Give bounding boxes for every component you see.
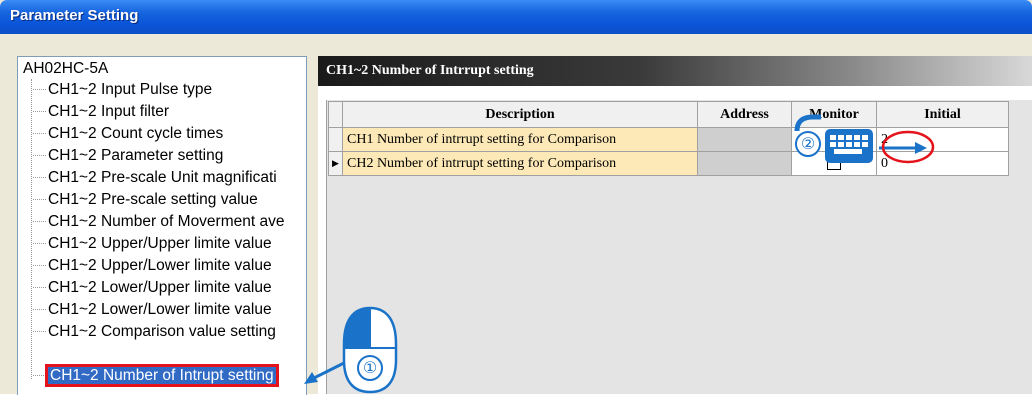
mouse-icon [304,306,398,394]
col-description[interactable]: Description [342,101,698,128]
tree-item-count-cycle-times[interactable]: CH1~2 Count cycle times [33,124,223,144]
tree-item-upper-lower-limit[interactable]: CH1~2 Upper/Lower limite value [33,256,272,276]
tree-item-comparison-value[interactable]: CH1~2 Comparison value setting [33,322,276,342]
tree-connector-line [31,79,32,379]
tree-item-input-pulse-type[interactable]: CH1~2 Input Pulse type [33,80,212,100]
description-cell: CH2 Number of intrrupt setting for Compa… [342,151,698,176]
description-cell: CH1 Number of intrrupt setting for Compa… [342,127,698,152]
row-header-corner [328,101,343,128]
tree-root[interactable]: AH02HC-5A [23,60,108,78]
tree-item-lower-upper-limit[interactable]: CH1~2 Lower/Upper limite value [33,278,272,298]
panel-title: CH1~2 Number of Intrrupt setting [326,63,534,78]
title-bar[interactable]: Parameter Setting [0,0,1032,34]
settings-panel: CH1~2 Number of Intrrupt setting Descrip… [318,56,1032,394]
tree-item-number-of-intrupt[interactable]: CH1~2 Number of Intrupt setting [33,364,279,387]
tree-item-lower-lower-limit[interactable]: CH1~2 Lower/Lower limite value [33,300,272,320]
current-row-indicator[interactable]: ▶ [328,151,343,176]
parameter-tree[interactable]: AH02HC-5A CH1~2 Input Pulse type CH1~2 I… [17,56,307,395]
tree-item-pre-scale-unit[interactable]: CH1~2 Pre-scale Unit magnificati [33,168,277,188]
step-1-marker: ① [357,355,383,381]
tree-item-parameter-setting[interactable]: CH1~2 Parameter setting [33,146,223,166]
tree-item-upper-upper-limit[interactable]: CH1~2 Upper/Upper limite value [33,234,272,254]
row-header[interactable] [328,127,343,152]
parameter-setting-window: Parameter Setting AH02HC-5A CH1~2 Input … [0,0,1032,395]
highlight-circle [881,130,935,164]
tree-item-input-filter[interactable]: CH1~2 Input filter [33,102,169,122]
tree-item-pre-scale-value[interactable]: CH1~2 Pre-scale setting value [33,190,258,210]
window-title: Parameter Setting [10,7,139,24]
panel-header: CH1~2 Number of Intrrupt setting [318,56,1032,86]
tree-item-moverment-ave[interactable]: CH1~2 Number of Moverment ave [33,212,284,232]
